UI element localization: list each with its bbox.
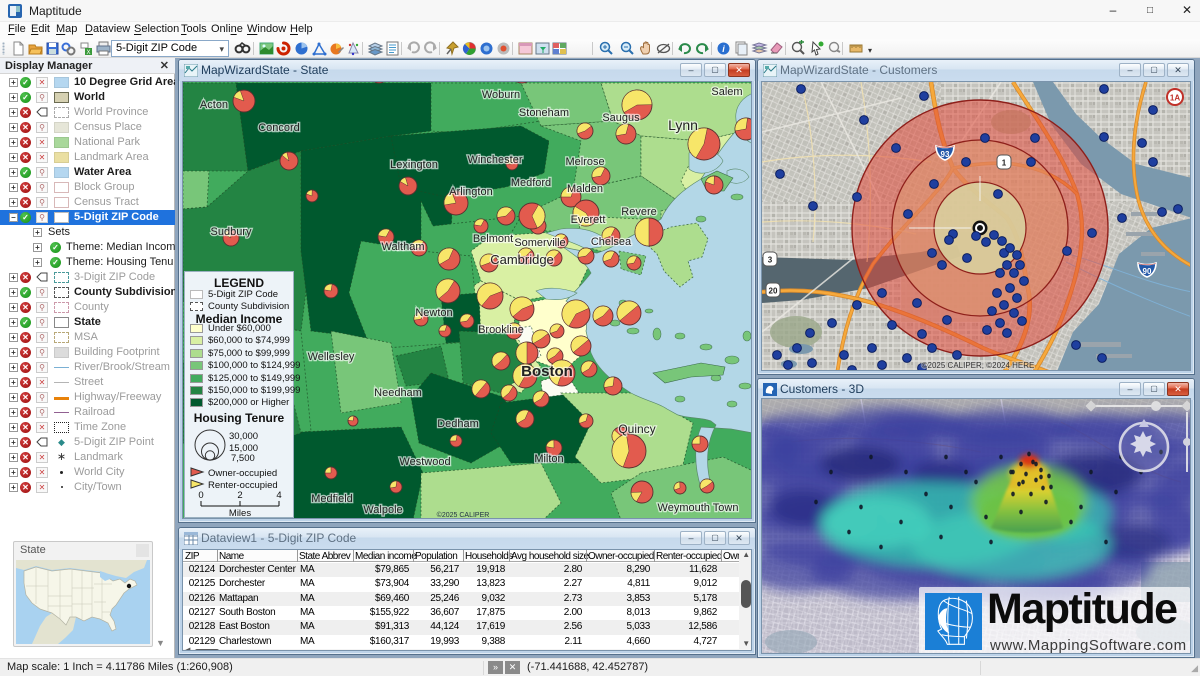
svg-text:Brookline: Brookline bbox=[478, 324, 524, 336]
svg-text:Newton: Newton bbox=[415, 307, 452, 319]
svg-text:Concord: Concord bbox=[258, 122, 300, 134]
svg-text:Somerville: Somerville bbox=[514, 237, 565, 249]
svg-text:Salem: Salem bbox=[711, 86, 742, 98]
svg-text:©2025 CALIPER: ©2025 CALIPER bbox=[437, 511, 490, 519]
svg-text:Milton: Milton bbox=[534, 453, 563, 465]
svg-text:2: 2 bbox=[237, 490, 242, 501]
svg-text:©2025 CALIPER; ©2024 HERE: ©2025 CALIPER; ©2024 HERE bbox=[922, 361, 1035, 370]
svg-text:Melrose: Melrose bbox=[565, 156, 604, 168]
svg-text:93: 93 bbox=[941, 150, 950, 159]
svg-text:Arlington: Arlington bbox=[449, 186, 492, 198]
svg-text:90: 90 bbox=[1143, 267, 1152, 276]
svg-text:Sudbury: Sudbury bbox=[211, 226, 252, 238]
svg-text:3: 3 bbox=[768, 256, 773, 265]
svg-text:1A: 1A bbox=[1170, 94, 1180, 103]
svg-text:Belmont: Belmont bbox=[473, 233, 513, 245]
svg-text:Everett: Everett bbox=[571, 214, 606, 226]
svg-text:Medfield: Medfield bbox=[311, 493, 353, 505]
svg-text:Woburn: Woburn bbox=[482, 89, 520, 101]
svg-text:Dedham: Dedham bbox=[437, 418, 479, 430]
svg-text:Needham: Needham bbox=[374, 387, 422, 399]
svg-text:Saugus: Saugus bbox=[602, 112, 640, 124]
svg-text:Malden: Malden bbox=[567, 183, 603, 195]
svg-text:Chelsea: Chelsea bbox=[591, 236, 632, 248]
svg-text:Westwood: Westwood bbox=[399, 456, 450, 468]
svg-text:Walpole: Walpole bbox=[363, 504, 402, 516]
svg-text:20: 20 bbox=[769, 287, 778, 296]
svg-text:Owner-occupied: Owner-occupied bbox=[208, 468, 277, 479]
svg-text:4: 4 bbox=[276, 490, 281, 501]
svg-text:1: 1 bbox=[1002, 159, 1007, 168]
svg-text:7,500: 7,500 bbox=[231, 453, 255, 464]
svg-text:Waltham: Waltham bbox=[382, 241, 425, 253]
svg-text:Medford: Medford bbox=[511, 177, 551, 189]
svg-text:0: 0 bbox=[198, 490, 203, 501]
svg-text:Acton: Acton bbox=[200, 99, 228, 111]
svg-text:Miles: Miles bbox=[229, 508, 251, 518]
svg-text:Wellesley: Wellesley bbox=[308, 351, 355, 363]
svg-text:Quincy: Quincy bbox=[618, 422, 655, 436]
svg-text:Revere: Revere bbox=[621, 206, 656, 218]
svg-text:Weymouth Town: Weymouth Town bbox=[658, 502, 739, 514]
svg-text:Boston: Boston bbox=[521, 363, 573, 380]
svg-text:Lexington: Lexington bbox=[390, 159, 438, 171]
svg-text:Cambridge: Cambridge bbox=[490, 252, 554, 267]
svg-text:30,000: 30,000 bbox=[229, 431, 258, 442]
svg-text:Winchester: Winchester bbox=[467, 154, 522, 166]
svg-text:Stoneham: Stoneham bbox=[519, 107, 569, 119]
svg-text:X: X bbox=[86, 50, 90, 56]
svg-text:Lynn: Lynn bbox=[668, 117, 698, 133]
